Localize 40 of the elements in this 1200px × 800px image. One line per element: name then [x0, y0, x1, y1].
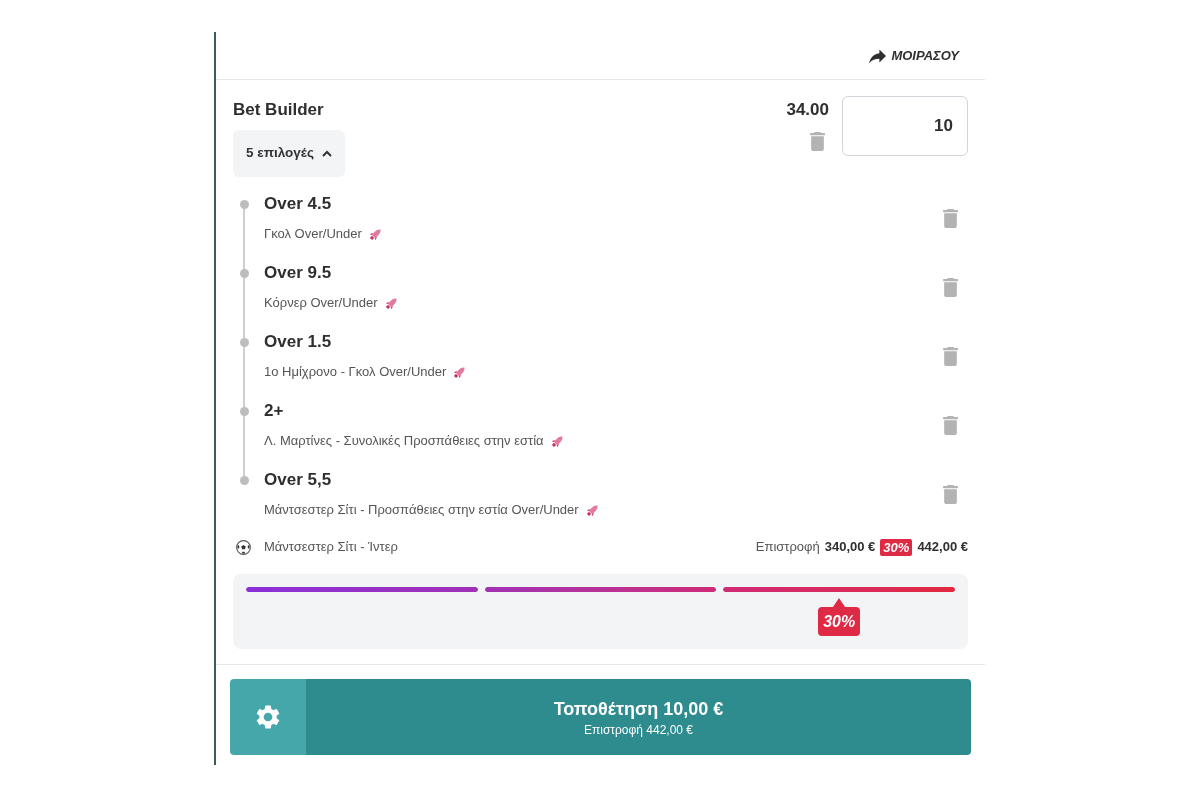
trash-icon[interactable] — [943, 485, 958, 504]
selection-pick: Over 5,5 — [264, 469, 332, 491]
trash-icon[interactable] — [943, 278, 958, 297]
odds-value: 34.00 — [786, 99, 829, 121]
trash-icon[interactable] — [810, 132, 825, 151]
settings-button[interactable] — [230, 679, 306, 755]
trash-icon[interactable] — [943, 209, 958, 228]
place-bet-button[interactable]: Τοποθέτηση 10,00 € Επιστροφή 442,00 € — [306, 679, 971, 755]
boost-badge: 30% — [880, 538, 913, 556]
bet-title: Bet Builder — [233, 99, 324, 121]
selection-market: Λ. Μαρτίνες - Συνολικές Προσπάθειες στην εστία — [264, 432, 544, 450]
share-arrow-icon — [869, 48, 887, 63]
boosted-return-amount: 442,00 € — [917, 538, 968, 557]
share-button[interactable]: ΜΟΙΡΑΣΟΥ — [869, 45, 959, 66]
stake-input[interactable]: 10 — [842, 96, 968, 156]
rocket-icon — [383, 295, 399, 311]
selection-market: 1ο Ημίχρονο - Γκολ Over/Under — [264, 363, 447, 381]
selection-pick: 2+ — [264, 400, 284, 422]
selection-pick: Over 1.5 — [264, 331, 332, 353]
trash-icon[interactable] — [943, 416, 958, 435]
return-label: Επιστροφή — [755, 538, 820, 557]
rocket-icon — [584, 502, 600, 518]
selection-market: Μάντσεστερ Σίτι - Προσπάθειες στην εστία Over/Under — [264, 501, 579, 519]
rocket-icon — [549, 433, 565, 449]
trash-icon[interactable] — [943, 347, 958, 366]
match-name: Μάντσεστερ Σίτι - Ίντερ — [264, 538, 398, 557]
selections-toggle[interactable]: 5 επιλογές — [233, 130, 345, 177]
settings-icon — [256, 705, 280, 729]
rocket-icon — [367, 226, 383, 242]
selection-pick: Over 4.5 — [264, 193, 332, 215]
selection-market: Κόρνερ Over/Under — [264, 294, 378, 312]
timeline-dot-icon — [240, 407, 249, 416]
selection-market: Γκολ Over/Under — [264, 225, 362, 243]
soccer-ball-icon — [236, 539, 251, 555]
timeline-dot-icon — [240, 269, 249, 278]
timeline-dot-icon — [240, 338, 249, 347]
timeline-dot-icon — [240, 476, 249, 485]
selection-pick: Over 9.5 — [264, 262, 332, 284]
return-amount: 340,00 € — [824, 538, 876, 557]
timeline-dot-icon — [240, 200, 249, 209]
